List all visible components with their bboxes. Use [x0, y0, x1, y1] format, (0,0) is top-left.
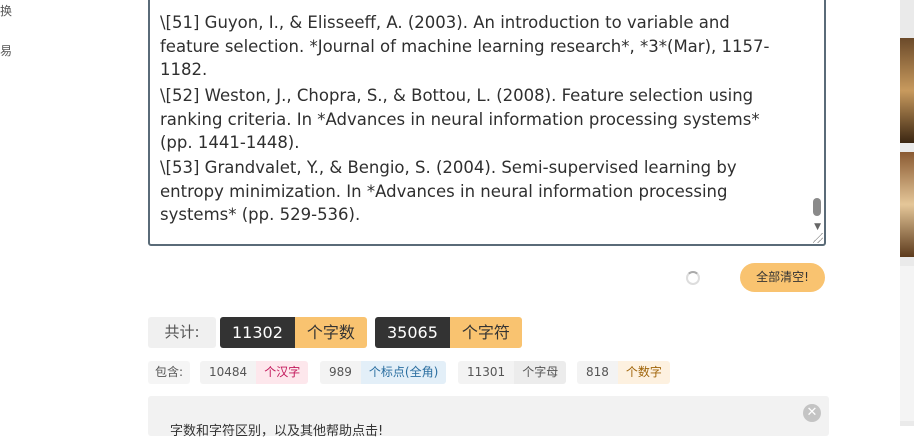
total-label: 共计:	[148, 317, 216, 348]
char-count-stat: 35065 个字符	[375, 317, 522, 348]
word-count-stat: 11302 个字数	[220, 317, 367, 348]
scroll-down-arrow-icon[interactable]: ▼	[814, 222, 821, 232]
loading-spinner-icon	[686, 271, 700, 285]
breakdown-label: 包含:	[148, 361, 190, 384]
digit-count-value: 818	[577, 361, 618, 384]
punctuation-count-unit: 个标点(全角)	[360, 361, 447, 384]
nav-item-1[interactable]: 换	[0, 2, 12, 19]
ad-image-1[interactable]	[900, 38, 914, 143]
punctuation-count: 989 个标点(全角)	[320, 361, 447, 384]
reference-53: \[53] Grandvalet, Y., & Bengio, S. (2004…	[160, 158, 737, 224]
letter-count: 11301 个字母	[458, 361, 567, 384]
digit-count: 818 个数字	[577, 361, 670, 384]
hanzi-count-value: 10484	[200, 361, 257, 384]
ad-image-3[interactable]	[900, 266, 914, 421]
punctuation-count-value: 989	[320, 361, 361, 384]
scrollbar[interactable]: ▼	[810, 0, 824, 244]
text-input-area[interactable]: \[51] Guyon, I., & Elisseeff, A. (2003).…	[148, 0, 826, 246]
hanzi-count-unit: 个汉字	[256, 361, 309, 384]
letter-count-unit: 个字母	[514, 361, 567, 384]
hanzi-count: 10484 个汉字	[200, 361, 309, 384]
right-ad-strip	[900, 0, 914, 426]
digit-count-unit: 个数字	[617, 361, 670, 384]
nav-item-2[interactable]: 易	[0, 42, 12, 59]
reference-51: \[51] Guyon, I., & Elisseeff, A. (2003).…	[160, 13, 770, 79]
clear-all-button[interactable]: 全部清空!	[740, 263, 825, 292]
char-count-value: 35065	[375, 317, 450, 348]
resize-handle-icon[interactable]	[813, 233, 823, 243]
scroll-thumb[interactable]	[813, 198, 821, 216]
close-icon[interactable]: ✕	[803, 404, 821, 422]
info-panel: 字数和字符区别，以及其他帮助点击! ✕	[148, 396, 829, 439]
info-text[interactable]: 字数和字符区别，以及其他帮助点击!	[170, 420, 383, 439]
word-count-unit: 个字数	[294, 317, 367, 348]
reference-52: \[52] Weston, J., Chopra, S., & Bottou, …	[160, 86, 760, 152]
letter-count-value: 11301	[458, 361, 515, 384]
word-count-value: 11302	[220, 317, 295, 348]
ad-image-2[interactable]	[900, 152, 914, 257]
char-count-unit: 个字符	[449, 317, 522, 348]
